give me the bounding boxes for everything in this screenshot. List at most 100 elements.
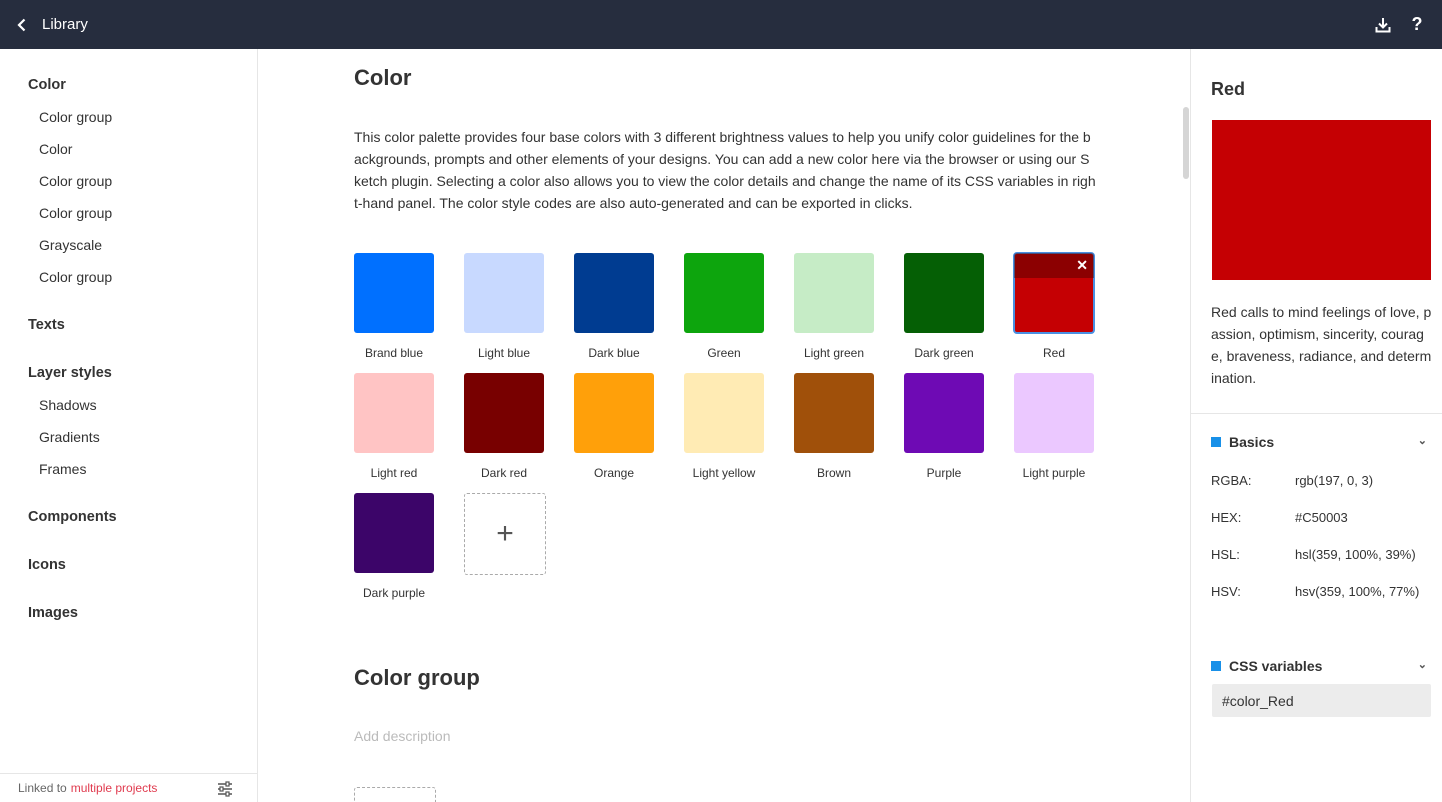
css-variables-marker <box>1211 661 1221 671</box>
chevron-left-icon <box>17 18 26 31</box>
close-icon[interactable]: ✕ <box>1076 256 1088 274</box>
color-swatch-label: Light blue <box>477 346 531 360</box>
color-swatch-item: Purple <box>904 373 984 480</box>
color-swatch[interactable] <box>904 253 984 333</box>
color-detail-description: Red calls to mind feelings of love, pass… <box>1211 304 1432 386</box>
multiple-projects-link[interactable]: multiple projects <box>71 781 158 795</box>
hex-value: #C50003 <box>1295 510 1348 525</box>
color-swatch-item: Brand blue <box>354 253 434 360</box>
top-bar: Library ? <box>0 0 1442 49</box>
color-swatch[interactable] <box>354 493 434 573</box>
sidebar-item-color-group[interactable]: Color group <box>39 173 112 189</box>
color-swatch[interactable] <box>354 253 434 333</box>
basics-label: Basics <box>1229 434 1275 450</box>
color-swatch-label: Light red <box>370 466 418 480</box>
back-button[interactable]: Library <box>14 0 88 49</box>
color-swatch-label: Light green <box>803 346 865 360</box>
hsv-key: HSV: <box>1211 584 1241 599</box>
color-swatch-label: Orange <box>593 466 635 480</box>
main-content: Color This color palette provides four b… <box>258 49 1190 802</box>
rgba-value: rgb(197, 0, 3) <box>1295 473 1374 488</box>
download-button[interactable] <box>1366 8 1400 42</box>
sidebar-item-color-group[interactable]: Color group <box>39 269 112 285</box>
color-swatch[interactable]: ✕ <box>1013 252 1095 334</box>
color-swatch-label: Dark purple <box>362 586 426 600</box>
css-variables-section-toggle[interactable]: CSS variables ⌄ <box>1211 658 1427 674</box>
color-swatch[interactable] <box>904 373 984 453</box>
download-icon <box>1375 17 1391 32</box>
color-swatch-label: Dark green <box>914 346 974 360</box>
plus-icon: + <box>496 517 514 550</box>
sidebar-section-images[interactable]: Images <box>28 605 78 621</box>
color-swatch[interactable] <box>684 253 764 333</box>
color-swatch[interactable] <box>794 373 874 453</box>
color-swatch-label: Light purple <box>1022 466 1086 480</box>
rgba-row: RGBA: rgb(197, 0, 3) <box>1211 473 1373 488</box>
color-swatch-item: Brown <box>794 373 874 480</box>
color-swatch-item: Orange <box>574 373 654 480</box>
basics-section-toggle[interactable]: Basics ⌄ <box>1211 434 1427 450</box>
color-swatch-label: Dark red <box>480 466 527 480</box>
css-variables-label: CSS variables <box>1229 658 1323 674</box>
sidebar-section-layer-styles[interactable]: Layer styles <box>28 365 112 381</box>
color-swatch[interactable] <box>574 373 654 453</box>
color-swatch-item: Dark blue <box>574 253 654 360</box>
add-color-button-group[interactable] <box>354 787 436 802</box>
color-swatch-item: Dark purple <box>354 493 434 600</box>
sidebar-item-gradients[interactable]: Gradients <box>39 429 100 445</box>
color-swatch[interactable] <box>794 253 874 333</box>
sidebar-item-color[interactable]: Color <box>39 141 72 157</box>
hsv-value: hsv(359, 100%, 77%) <box>1295 584 1420 599</box>
hex-key: HEX: <box>1211 510 1242 525</box>
hex-row: HEX: #C50003 <box>1211 510 1348 525</box>
add-color-button[interactable]: + <box>464 493 546 575</box>
sidebar: Color Color group Color Color group Colo… <box>0 49 258 802</box>
sidebar-item-frames[interactable]: Frames <box>39 461 86 477</box>
color-swatch-label: Brand blue <box>364 346 424 360</box>
chevron-down-icon: ⌄ <box>1417 435 1427 447</box>
color-swatch[interactable] <box>684 373 764 453</box>
chevron-down-icon: ⌄ <box>1417 659 1427 671</box>
color-swatch-item: ✕ Red <box>1013 252 1095 360</box>
basics-marker <box>1211 437 1221 447</box>
hsv-row: HSV: hsv(359, 100%, 77%) <box>1211 584 1419 599</box>
color-group-title: Color group <box>354 665 480 690</box>
sidebar-item-shadows[interactable]: Shadows <box>39 397 97 413</box>
page-title: Color <box>354 65 412 90</box>
color-swatch-item: Green <box>684 253 764 360</box>
color-swatch-item: Dark red <box>464 373 544 480</box>
swatch-header: ✕ <box>1014 253 1094 278</box>
color-swatch[interactable] <box>1014 373 1094 453</box>
help-button[interactable]: ? <box>1400 8 1434 42</box>
color-preview <box>1212 120 1431 280</box>
color-swatch[interactable] <box>464 253 544 333</box>
sidebar-section-texts[interactable]: Texts <box>28 317 65 333</box>
hsl-row: HSL: hsl(359, 100%, 39%) <box>1211 547 1416 562</box>
color-swatch[interactable] <box>464 373 544 453</box>
add-description-field[interactable]: Add description <box>354 728 451 744</box>
sidebar-item-color-group[interactable]: Color group <box>39 109 112 125</box>
color-swatch[interactable] <box>574 253 654 333</box>
color-swatch-label: Red <box>1042 346 1065 360</box>
sidebar-item-grayscale[interactable]: Grayscale <box>39 237 102 253</box>
color-swatch-label: Green <box>707 346 741 360</box>
color-detail-title: Red <box>1211 79 1246 99</box>
color-swatch-label: Brown <box>816 466 851 480</box>
color-swatch-label: Dark blue <box>588 346 640 360</box>
settings-icon[interactable] <box>217 781 233 797</box>
detail-panel: Red Red calls to mind feelings of love, … <box>1190 49 1442 802</box>
color-swatch-item: Light blue <box>464 253 544 360</box>
color-swatch-item: Dark green <box>904 253 984 360</box>
main-scrollbar[interactable] <box>1183 107 1189 179</box>
color-swatch-item: Light yellow <box>684 373 764 480</box>
sidebar-section-icons[interactable]: Icons <box>28 557 66 573</box>
css-variable-input[interactable]: #color_Red <box>1212 684 1431 717</box>
sidebar-section-components[interactable]: Components <box>28 509 117 525</box>
color-swatch[interactable] <box>354 373 434 453</box>
color-swatch-label: Light yellow <box>692 466 756 480</box>
color-swatch-item: Light purple <box>1014 373 1094 480</box>
sidebar-item-color-group[interactable]: Color group <box>39 205 112 221</box>
linked-label: Linked to <box>18 781 67 795</box>
sidebar-section-color[interactable]: Color <box>28 77 66 93</box>
color-swatch-label: Purple <box>926 466 962 480</box>
